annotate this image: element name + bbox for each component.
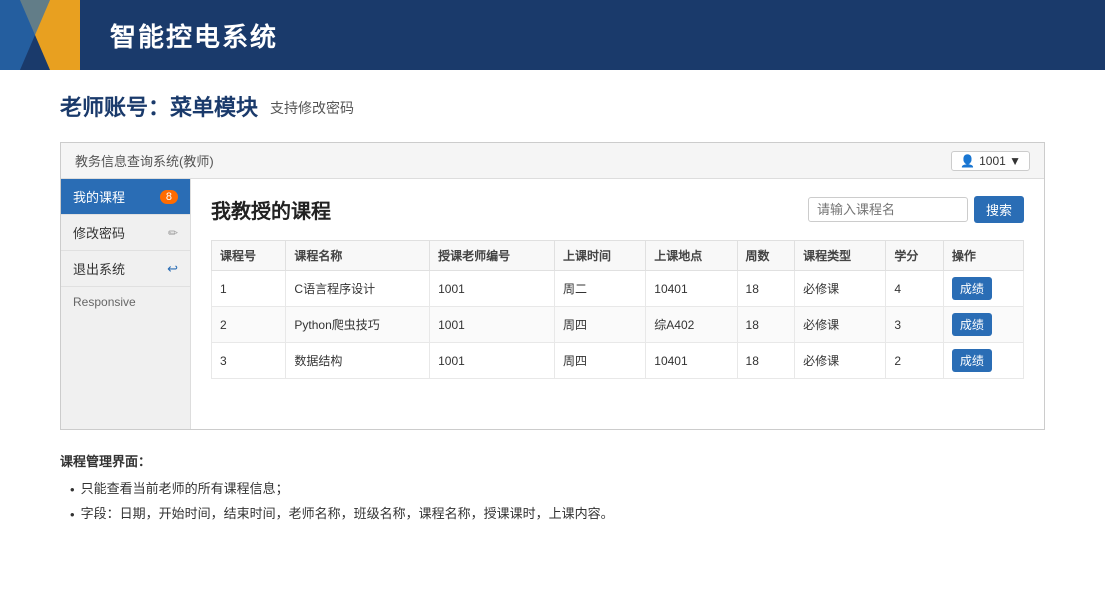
sidebar-logout-label: 退出系统 [73, 259, 125, 278]
cell-type: 必修课 [795, 271, 886, 307]
cell-time: 周二 [555, 271, 646, 307]
app-title: 智能控电系统 [110, 17, 278, 54]
edit-icon: ✏ [168, 226, 178, 240]
sidebar-item-password[interactable]: 修改密码 ✏ [61, 215, 190, 251]
cell-weeks: 18 [737, 307, 795, 343]
col-id: 课程号 [212, 241, 286, 271]
col-weeks: 周数 [737, 241, 795, 271]
grades-button[interactable]: 成绩 [952, 277, 992, 300]
user-icon: 👤 [960, 154, 975, 168]
main-content: 我教授的课程 搜索 课程号 课程名称 授课老师编号 上课时间 [191, 179, 1044, 429]
cell-location: 10401 [646, 343, 737, 379]
page-content: 老师账号：菜单模块 支持修改密码 教务信息查询系统(教师) 👤 1001 ▼ 我… [0, 70, 1105, 546]
search-button[interactable]: 搜索 [974, 196, 1024, 223]
cell-teacher_id: 1001 [430, 271, 555, 307]
cell-credits: 4 [886, 271, 944, 307]
header: 智能控电系统 [0, 0, 1105, 70]
cell-credits: 3 [886, 307, 944, 343]
cell-weeks: 18 [737, 271, 795, 307]
search-input[interactable] [808, 197, 968, 222]
sidebar-courses-label: 我的课程 [73, 187, 125, 206]
logo-area [0, 0, 80, 70]
sidebar-password-label: 修改密码 [73, 223, 125, 242]
cell-id: 3 [212, 343, 286, 379]
cell-location: 10401 [646, 271, 737, 307]
cell-id: 2 [212, 307, 286, 343]
notes-section: 课程管理界面： 只能查看当前老师的所有课程信息；字段：日期，开始时间，结束时间，… [60, 450, 1045, 526]
col-action: 操作 [943, 241, 1023, 271]
grades-button[interactable]: 成绩 [952, 349, 992, 372]
cell-name: C语言程序设计 [286, 271, 430, 307]
system-name: 教务信息查询系统(教师) [75, 151, 214, 170]
table-header-row: 课程号 课程名称 授课老师编号 上课时间 上课地点 周数 课程类型 学分 操作 [212, 241, 1024, 271]
cell-credits: 2 [886, 343, 944, 379]
system-body: 我的课程 8 修改密码 ✏ 退出系统 ↩ Responsive 我教授的课程 [61, 179, 1044, 429]
table-body: 1C语言程序设计1001周二1040118必修课4成绩2Python爬虫技巧10… [212, 271, 1024, 379]
col-credits: 学分 [886, 241, 944, 271]
col-type: 课程类型 [795, 241, 886, 271]
notes-title: 课程管理界面： [60, 450, 1045, 473]
notes-item: 字段：日期，开始时间，结束时间，老师名称，班级名称，课程名称，授课课时，上课内容… [70, 502, 1045, 526]
cell-teacher_id: 1001 [430, 307, 555, 343]
cell-time: 周四 [555, 343, 646, 379]
col-location: 上课地点 [646, 241, 737, 271]
table-row: 3数据结构1001周四1040118必修课2 成绩 [212, 343, 1024, 379]
course-table: 课程号 课程名称 授课老师编号 上课时间 上课地点 周数 课程类型 学分 操作 … [211, 240, 1024, 379]
cell-time: 周四 [555, 307, 646, 343]
col-time: 上课时间 [555, 241, 646, 271]
cell-name: 数据结构 [286, 343, 430, 379]
user-id: 1001 ▼ [979, 154, 1021, 168]
cell-type: 必修课 [795, 343, 886, 379]
table-header: 课程号 课程名称 授课老师编号 上课时间 上课地点 周数 课程类型 学分 操作 [212, 241, 1024, 271]
system-topbar: 教务信息查询系统(教师) 👤 1001 ▼ [61, 143, 1044, 179]
section-subtitle: 支持修改密码 [270, 98, 354, 118]
cell-action: 成绩 [943, 343, 1023, 379]
col-teacher: 授课老师编号 [430, 241, 555, 271]
grades-button[interactable]: 成绩 [952, 313, 992, 336]
cell-action: 成绩 [943, 271, 1023, 307]
system-frame: 教务信息查询系统(教师) 👤 1001 ▼ 我的课程 8 修改密码 ✏ 退出系统 [60, 142, 1045, 430]
cell-weeks: 18 [737, 343, 795, 379]
logout-icon: ↩ [167, 261, 178, 277]
main-title: 我教授的课程 [211, 195, 331, 224]
cell-name: Python爬虫技巧 [286, 307, 430, 343]
section-title: 老师账号：菜单模块 [60, 90, 258, 122]
sidebar-item-logout[interactable]: 退出系统 ↩ [61, 251, 190, 287]
col-name: 课程名称 [286, 241, 430, 271]
cell-location: 综A402 [646, 307, 737, 343]
cell-type: 必修课 [795, 307, 886, 343]
table-row: 2Python爬虫技巧1001周四综A40218必修课3 成绩 [212, 307, 1024, 343]
notes-list: 只能查看当前老师的所有课程信息；字段：日期，开始时间，结束时间，老师名称，班级名… [60, 477, 1045, 526]
cell-action: 成绩 [943, 307, 1023, 343]
sidebar: 我的课程 8 修改密码 ✏ 退出系统 ↩ Responsive [61, 179, 191, 429]
sidebar-item-courses[interactable]: 我的课程 8 [61, 179, 190, 215]
user-button[interactable]: 👤 1001 ▼ [951, 151, 1030, 171]
cell-id: 1 [212, 271, 286, 307]
sidebar-courses-badge: 8 [160, 190, 178, 204]
notes-item: 只能查看当前老师的所有课程信息； [70, 477, 1045, 501]
search-area: 搜索 [808, 196, 1024, 223]
cell-teacher_id: 1001 [430, 343, 555, 379]
section-heading: 老师账号：菜单模块 支持修改密码 [60, 90, 1045, 126]
main-header: 我教授的课程 搜索 [211, 195, 1024, 224]
sidebar-responsive-label: Responsive [61, 287, 190, 317]
table-row: 1C语言程序设计1001周二1040118必修课4 成绩 [212, 271, 1024, 307]
